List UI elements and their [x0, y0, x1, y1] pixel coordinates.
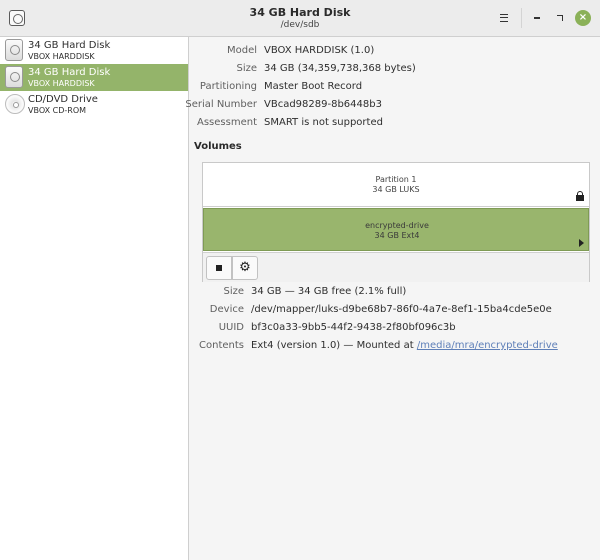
maximize-button[interactable]	[551, 9, 569, 27]
play-icon	[579, 239, 584, 247]
volume-map: Partition 1 34 GB LUKS encrypted-drive 3…	[202, 162, 590, 282]
partition-name: Partition 1	[375, 175, 417, 184]
partitioning-label: Partitioning	[199, 81, 257, 92]
device-model: VBOX HARDDISK	[28, 79, 95, 88]
volume-toolbar: ⚙	[203, 252, 589, 282]
device-model: VBOX CD-ROM	[28, 106, 87, 115]
encrypted-drive-block[interactable]: encrypted-drive 34 GB Ext4	[203, 208, 589, 251]
device-name: 34 GB Hard Disk	[28, 67, 111, 78]
hard-disk-icon	[5, 66, 23, 88]
partition-1-block[interactable]: Partition 1 34 GB LUKS	[203, 163, 589, 207]
serial-number-value: VBcad98289-8b6448b3	[264, 99, 382, 110]
assessment-value: SMART is not supported	[264, 117, 383, 128]
contents-label: Contents	[199, 340, 244, 351]
contents-value: Ext4 (version 1.0) — Mounted at /media/m…	[251, 340, 558, 351]
device-name: CD/DVD Drive	[28, 94, 98, 105]
size-value: 34 GB (34,359,738,368 bytes)	[264, 63, 416, 74]
volume-name: encrypted-drive	[365, 221, 429, 230]
device-item-cd-dvd-drive[interactable]: CD/DVD Drive VBOX CD-ROM	[0, 91, 188, 118]
serial-number-label: Serial Number	[185, 99, 257, 110]
titlebar-separator	[521, 8, 522, 28]
volume-size-value: 34 GB — 34 GB free (2.1% full)	[251, 286, 407, 297]
assessment-label: Assessment	[197, 117, 257, 128]
device-list: 34 GB Hard Disk VBOX HARDDISK 34 GB Hard…	[0, 37, 189, 560]
drive-details-panel: Model VBOX HARDDISK (1.0) Size 34 GB (34…	[185, 37, 600, 560]
uuid-label: UUID	[218, 322, 244, 333]
title-bar: 34 GB Hard Disk /dev/sdb ×	[0, 0, 600, 37]
uuid-value: bf3c0a33-9bb5-44f2-9438-2f80bf096c3b	[251, 322, 456, 333]
device-label: Device	[209, 304, 244, 315]
size-label: Size	[236, 63, 257, 74]
device-model: VBOX HARDDISK	[28, 52, 95, 61]
partitioning-value: Master Boot Record	[264, 81, 363, 92]
volume-detail: 34 GB Ext4	[374, 231, 420, 240]
gear-icon: ⚙	[239, 260, 251, 275]
minimize-button[interactable]	[528, 9, 546, 27]
device-item-hard-disk-1[interactable]: 34 GB Hard Disk VBOX HARDDISK	[0, 37, 188, 64]
device-name: 34 GB Hard Disk	[28, 40, 111, 51]
close-button[interactable]: ×	[575, 10, 591, 26]
device-item-hard-disk-2[interactable]: 34 GB Hard Disk VBOX HARDDISK	[0, 64, 188, 91]
mount-point-link[interactable]: /media/mra/encrypted-drive	[417, 340, 558, 351]
hamburger-icon	[500, 14, 508, 22]
volume-size-label: Size	[223, 286, 244, 297]
unmount-button[interactable]	[206, 256, 232, 280]
volume-options-button[interactable]: ⚙	[232, 256, 258, 280]
device-value: /dev/mapper/luks-d9be68b7-86f0-4a7e-8ef1…	[251, 304, 552, 315]
partition-detail: 34 GB LUKS	[372, 185, 420, 194]
contents-text: Ext4 (version 1.0) — Mounted at	[251, 340, 417, 351]
model-label: Model	[226, 45, 257, 56]
volumes-heading: Volumes	[194, 141, 242, 152]
model-value: VBOX HARDDISK (1.0)	[264, 45, 375, 56]
hard-disk-icon	[5, 39, 23, 61]
optical-disc-icon	[5, 94, 25, 114]
lock-icon	[576, 191, 584, 202]
drive-menu-button[interactable]	[494, 8, 514, 28]
